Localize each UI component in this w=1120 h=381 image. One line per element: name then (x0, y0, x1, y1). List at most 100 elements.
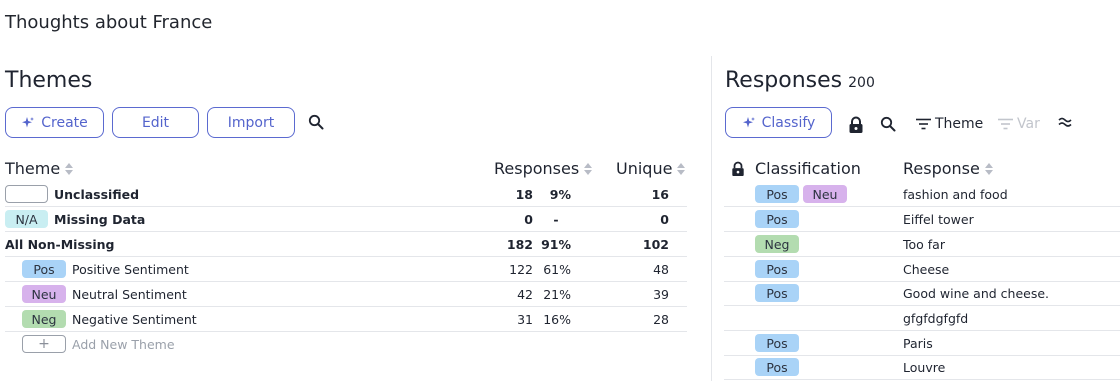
response-row[interactable]: gfgfdgfgfd (724, 306, 1120, 331)
response-row[interactable]: Pos Paris (724, 331, 1120, 356)
var-filter-label: Var (1017, 116, 1040, 132)
tag-neg: Neg (755, 235, 799, 253)
unique-count: 28 (653, 312, 669, 327)
edit-label: Edit (141, 114, 170, 131)
plus-icon[interactable]: + (22, 335, 66, 353)
create-label: Create (41, 114, 88, 131)
theme-name: Negative Sentiment (72, 312, 197, 327)
theme-row-neutral[interactable]: Neu Neutral Sentiment 42 21% 39 (5, 282, 687, 307)
approx-icon[interactable] (1058, 116, 1072, 128)
response-text: gfgfdgfgfd (903, 311, 969, 326)
responses-count: 122 (509, 262, 533, 277)
response-text: fashion and food (903, 187, 1008, 202)
theme-filter-label: Theme (935, 116, 984, 132)
response-text: Paris (903, 336, 933, 351)
theme-row-missing[interactable]: N/A Missing Data 0 - 0 (5, 207, 687, 232)
tag-pos: Pos (755, 358, 799, 376)
unique-count: 48 (653, 262, 669, 277)
responses-count: 18 (515, 187, 533, 202)
edit-button[interactable]: Edit (112, 107, 199, 138)
theme-name: Positive Sentiment (72, 262, 189, 277)
theme-row-negative[interactable]: Neg Negative Sentiment 31 16% 28 (5, 307, 687, 332)
theme-row-all-non-missing[interactable]: All Non-Missing 182 91% 102 (5, 232, 687, 257)
theme-row-unclassified[interactable]: Unclassified 18 9% 16 (5, 182, 687, 207)
response-text: Louvre (903, 360, 946, 375)
classify-label: Classify (761, 114, 816, 131)
tag-pos: Pos (755, 185, 799, 203)
responses-panel: Responses 200 Classify Theme Var Classif… (712, 56, 1120, 381)
search-icon[interactable] (880, 116, 896, 132)
responses-count-badge: 200 (848, 75, 875, 91)
sort-icon (584, 162, 593, 175)
theme-badge: Pos (22, 260, 66, 278)
unique-header-label: Unique (616, 159, 673, 178)
classify-button[interactable]: Classify (725, 107, 832, 138)
filter-icon (998, 118, 1013, 130)
tag-pos: Pos (755, 334, 799, 352)
responses-count: 42 (517, 287, 533, 302)
response-row[interactable]: Pos Eiffel tower (724, 207, 1120, 232)
response-row[interactable]: Pos Cheese (724, 257, 1120, 282)
unique-count: 39 (653, 287, 669, 302)
theme-name: Neutral Sentiment (72, 287, 187, 302)
add-new-theme-label[interactable]: Add New Theme (72, 337, 175, 352)
theme-badge: Neu (22, 285, 66, 303)
responses-percent: 91% (541, 237, 571, 252)
response-row[interactable]: Neg Too far (724, 232, 1120, 257)
responses-percent: - (553, 212, 559, 227)
responses-percent: 21% (543, 287, 571, 302)
responses-count: 182 (506, 237, 533, 252)
response-text: Good wine and cheese. (903, 286, 1050, 301)
responses-header-label: Responses (494, 159, 580, 178)
classification-column-header[interactable]: Classification (731, 159, 861, 178)
theme-column-header[interactable]: Theme (5, 159, 74, 178)
import-button[interactable]: Import (207, 107, 295, 138)
responses-title-label: Responses (725, 68, 843, 93)
responses-title: Responses 200 (725, 68, 875, 93)
search-icon[interactable] (306, 112, 326, 132)
sort-icon (65, 162, 74, 175)
response-row[interactable]: Pos Louvre (724, 355, 1120, 380)
unique-count: 0 (660, 212, 669, 227)
add-new-theme-row[interactable]: + Add New Theme (5, 332, 687, 357)
theme-badge (5, 185, 48, 203)
themes-panel: Themes Create Edit Import Theme Response… (0, 56, 690, 381)
unique-count: 16 (651, 187, 669, 202)
sparkle-icon (21, 116, 35, 130)
response-header-label: Response (903, 159, 980, 178)
responses-percent: 9% (549, 187, 571, 202)
responses-count: 0 (524, 212, 533, 227)
filter-icon (916, 118, 931, 130)
response-text: Cheese (903, 262, 950, 277)
theme-name: Missing Data (54, 212, 146, 227)
import-label: Import (227, 114, 275, 131)
tag-pos: Pos (755, 260, 799, 278)
response-row[interactable]: Pos Good wine and cheese. (724, 281, 1120, 306)
sparkle-icon (742, 116, 756, 130)
unique-column-header[interactable]: Unique (616, 159, 686, 178)
classification-header-label: Classification (755, 159, 861, 178)
page-title: Thoughts about France (5, 12, 213, 33)
responses-percent: 61% (543, 262, 571, 277)
theme-filter-button[interactable]: Theme (916, 116, 983, 132)
sort-icon (677, 162, 686, 175)
create-button[interactable]: Create (5, 107, 104, 138)
tag-pos: Pos (755, 210, 799, 228)
response-row[interactable]: Pos Neu fashion and food (724, 182, 1120, 207)
response-text: Eiffel tower (903, 212, 974, 227)
theme-badge: N/A (5, 210, 48, 228)
var-filter-button[interactable]: Var (998, 116, 1040, 132)
theme-badge: Neg (22, 310, 66, 328)
theme-name: All Non-Missing (5, 237, 115, 252)
response-column-header[interactable]: Response (903, 159, 993, 178)
responses-percent: 16% (543, 312, 571, 327)
unique-count: 102 (642, 237, 669, 252)
tag-neu: Neu (803, 185, 847, 203)
theme-header-label: Theme (5, 159, 61, 178)
theme-row-positive[interactable]: Pos Positive Sentiment 122 61% 48 (5, 257, 687, 282)
response-text: Too far (903, 237, 945, 252)
responses-column-header[interactable]: Responses (494, 159, 593, 178)
lock-icon[interactable] (848, 116, 864, 134)
tag-pos: Pos (755, 284, 799, 302)
responses-count: 31 (517, 312, 533, 327)
